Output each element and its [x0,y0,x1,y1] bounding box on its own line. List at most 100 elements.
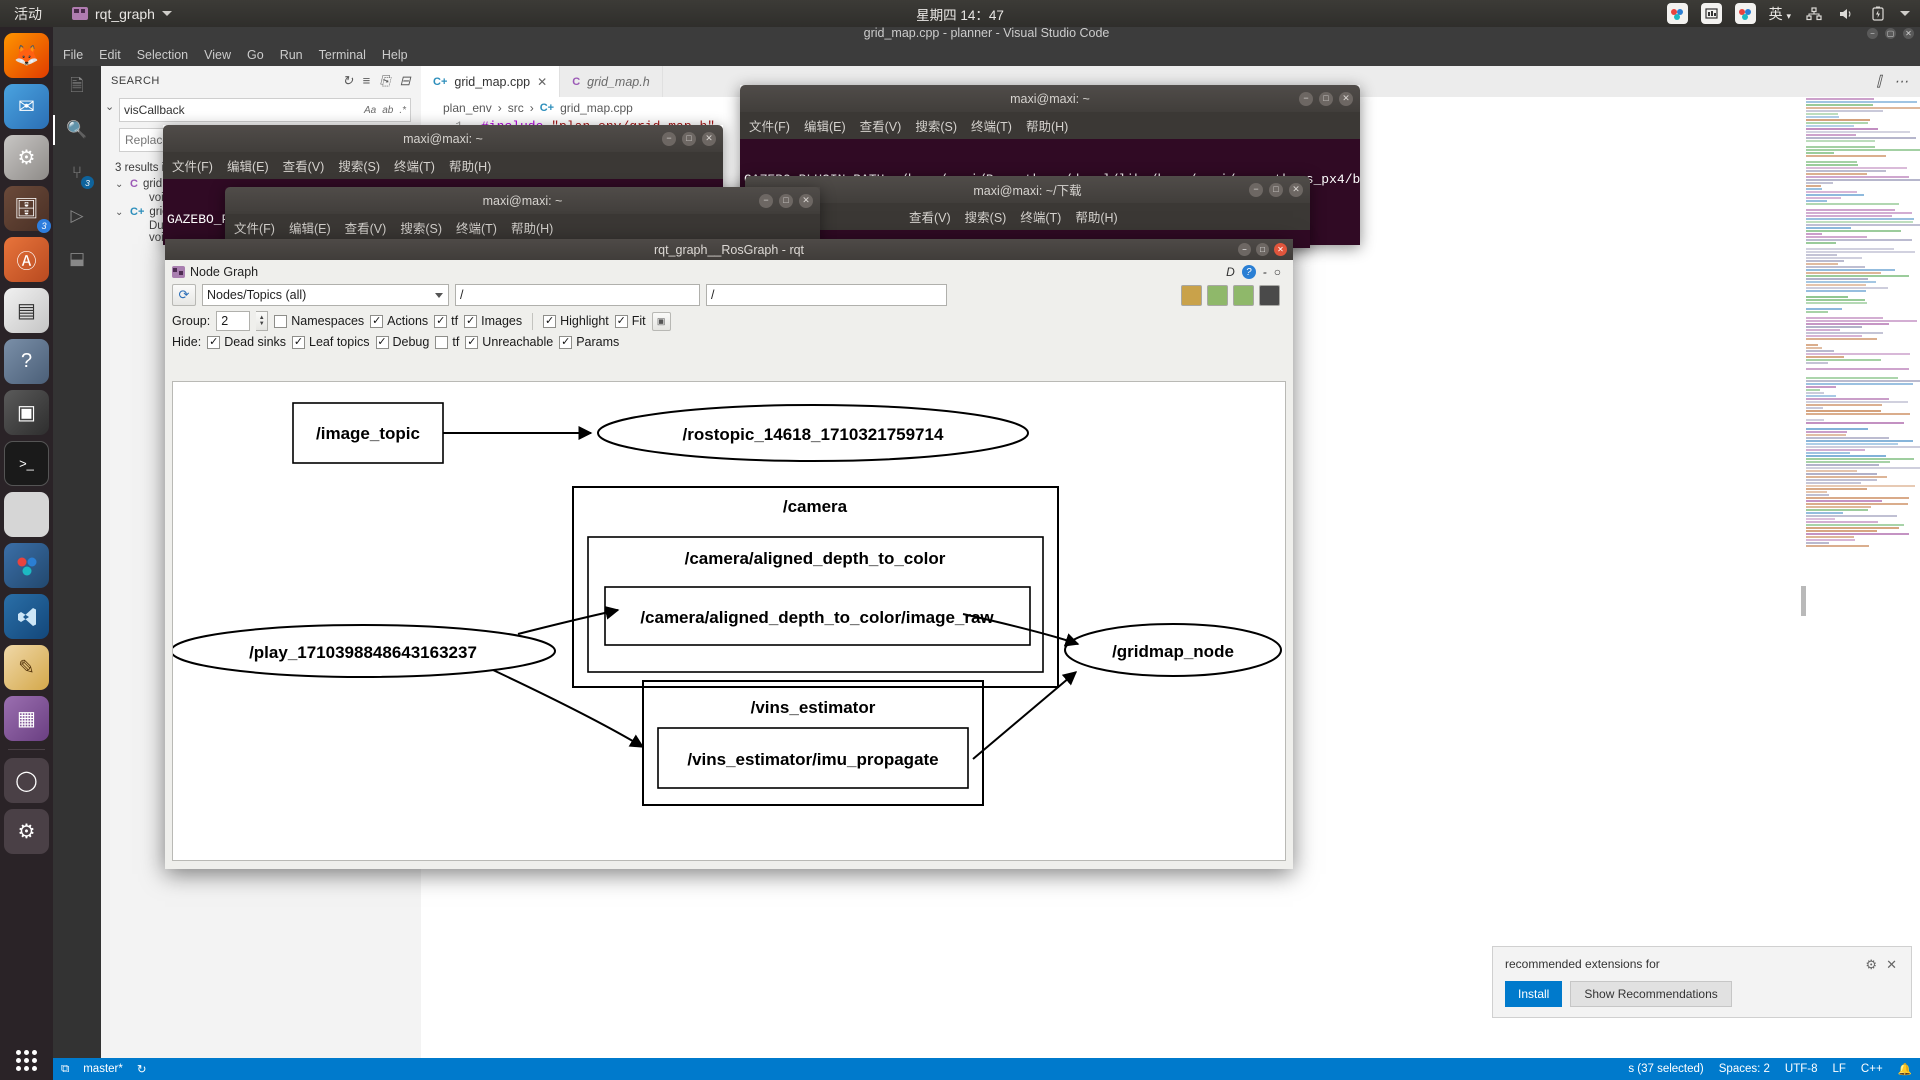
checkbox-images[interactable]: ✓ Images [464,314,522,328]
open-new-editor-icon[interactable]: ⎘ [380,73,391,89]
ime-indicator[interactable]: 英 ▾ [1769,4,1791,24]
term-menu-file-mid[interactable]: 文件(F) [172,156,213,175]
group-spinner[interactable]: 2 [216,311,250,331]
checkbox-actions[interactable]: ✓ Actions [370,314,428,328]
term-menu-view-dl[interactable]: 查看(V) [909,207,951,226]
show-recommendations-button[interactable]: Show Recommendations [1570,981,1731,1007]
term-menu-view-front[interactable]: 查看(V) [345,218,387,237]
maximize-icon-rqt[interactable]: □ [1256,243,1269,256]
dock-item-rqt-graph-app[interactable]: ▦ [4,696,49,741]
checkbox-fit[interactable]: ✓ Fit [615,314,646,328]
checkbox-highlight[interactable]: ✓ Highlight [543,314,609,328]
dock-item-ros-rqt[interactable] [4,543,49,588]
show-applications-button[interactable] [0,1050,53,1072]
maximize-icon-rear[interactable]: □ [1319,92,1333,106]
volume-icon[interactable] [1836,4,1855,23]
encoding-status[interactable]: UTF-8 [1785,1063,1818,1075]
active-app-menu[interactable]: rqt_graph [72,6,172,22]
term-menu-edit-front[interactable]: 编辑(E) [289,218,331,237]
dock-item-thunderbird[interactable]: ✉ [4,84,49,129]
term-menu-view-mid[interactable]: 查看(V) [283,156,325,175]
term-menu-terminal-rear[interactable]: 终端(T) [971,116,1012,135]
clear-all-icon[interactable]: ≡ [363,73,371,89]
close-icon-panel[interactable]: ○ [1274,265,1281,279]
menu-help[interactable]: Help [382,48,408,62]
close-icon-dl[interactable]: ✕ [1289,183,1303,197]
dock-item-firefox[interactable]: 🦊 [4,33,49,78]
dock-item-text-editor[interactable]: ✎ [4,645,49,690]
close-icon-rqt[interactable]: ✕ [1274,243,1287,256]
checkbox-namespaces[interactable]: Namespaces [274,314,364,328]
tab-grid-map-cpp[interactable]: C+ grid_map.cpp ✕ [421,66,560,97]
menu-terminal[interactable]: Terminal [319,48,366,62]
menu-file[interactable]: File [63,48,83,62]
collapse-all-icon[interactable]: ⊟ [400,73,411,89]
term-menu-search-rear[interactable]: 搜索(S) [915,116,957,135]
term-menu-search-front[interactable]: 搜索(S) [400,218,442,237]
term-menu-help-dl[interactable]: 帮助(H) [1075,207,1117,226]
maximize-icon[interactable]: ▢ [1885,28,1896,39]
battery-icon[interactable] [1868,4,1887,23]
dock-item-files[interactable]: 🗄 3 [4,186,49,231]
close-icon-rear[interactable]: ✕ [1339,92,1353,106]
filter-text-input-2[interactable]: / [706,284,947,306]
ros-graph-canvas[interactable]: /camera /camera/aligned_depth_to_color /… [172,381,1286,861]
editor-scrollbar-thumb[interactable] [1801,586,1806,616]
toggle-replace-icon[interactable]: ⌄ [105,100,114,113]
checkbox-params[interactable]: ✓ Params [559,335,619,349]
term-menu-search-dl[interactable]: 搜索(S) [965,207,1007,226]
minimize-icon-dl[interactable]: − [1249,183,1263,197]
filter-text-input-1[interactable]: / [455,284,700,306]
tab-grid-map-h[interactable]: C grid_map.h [560,66,663,97]
split-editor-icon[interactable]: ⫿ [1877,73,1881,90]
refresh-icon-rqt[interactable]: ⟳ [172,284,196,306]
files-icon[interactable]: 🗎 [64,74,90,100]
help-icon[interactable]: ? [1242,265,1256,279]
term-menu-help-front[interactable]: 帮助(H) [511,218,553,237]
close-icon-front[interactable]: ✕ [799,194,813,208]
term-menu-search-mid[interactable]: 搜索(S) [338,156,380,175]
remote-icon[interactable]: ⧉ [61,1063,69,1076]
dock-item-user-account[interactable]: ◯ [4,758,49,803]
minimize-icon-rqt[interactable]: − [1238,243,1251,256]
save-image-icon[interactable] [1181,285,1202,306]
sync-icon[interactable]: ↻ [137,1062,147,1076]
search-input[interactable] [124,103,364,117]
whole-word-icon[interactable]: ab [382,105,393,116]
minimize-icon-rear[interactable]: − [1299,92,1313,106]
network-icon[interactable] [1804,4,1823,23]
breadcrumb-plan-env[interactable]: plan_env [443,101,492,115]
menu-selection[interactable]: Selection [137,48,188,62]
minimize-icon[interactable]: − [1867,28,1878,39]
dock-item-terminal[interactable]: >_ [4,441,49,486]
search-input-wrap[interactable]: Aa ab .* [119,98,411,122]
extensions-icon[interactable]: ⬓ [64,246,90,272]
menu-run[interactable]: Run [280,48,303,62]
editor-minimap[interactable] [1800,97,1920,1058]
dock-item-help[interactable]: ? [4,339,49,384]
regex-icon[interactable]: .* [399,105,406,116]
close-icon[interactable]: ✕ [1903,28,1914,39]
float-icon[interactable]: - [1263,265,1267,279]
group-spinner-arrows[interactable]: ▲▼ [256,311,268,331]
checkbox-tf-row1[interactable]: ✓ tf [434,314,458,328]
monitor-icon[interactable] [1701,3,1722,24]
minimize-icon-front[interactable]: − [759,194,773,208]
term-menu-help-mid[interactable]: 帮助(H) [449,156,491,175]
selection-status[interactable]: s (37 selected) [1628,1063,1703,1075]
refresh-icon[interactable]: ↻ [342,73,353,89]
menu-edit[interactable]: Edit [99,48,121,62]
term-menu-edit-mid[interactable]: 编辑(E) [227,156,269,175]
term-menu-view-rear[interactable]: 查看(V) [860,116,902,135]
checkbox-unreachable[interactable]: ✓ Unreachable [465,335,553,349]
maximize-icon-mid[interactable]: □ [682,132,696,146]
ros-icon[interactable] [1667,3,1688,24]
checkbox-dead-sinks[interactable]: ✓ Dead sinks [207,335,286,349]
chevron-down-icon-2[interactable]: ⌄ [115,207,125,218]
load-dot-icon[interactable] [1233,285,1254,306]
fit-in-view-button[interactable]: ▣ [652,312,671,331]
activities-button[interactable]: 活动 [14,4,42,24]
dock-item-software[interactable]: Ⓐ [4,237,49,282]
eol-status[interactable]: LF [1833,1063,1846,1075]
chevron-down-icon[interactable]: ⌄ [115,179,125,190]
